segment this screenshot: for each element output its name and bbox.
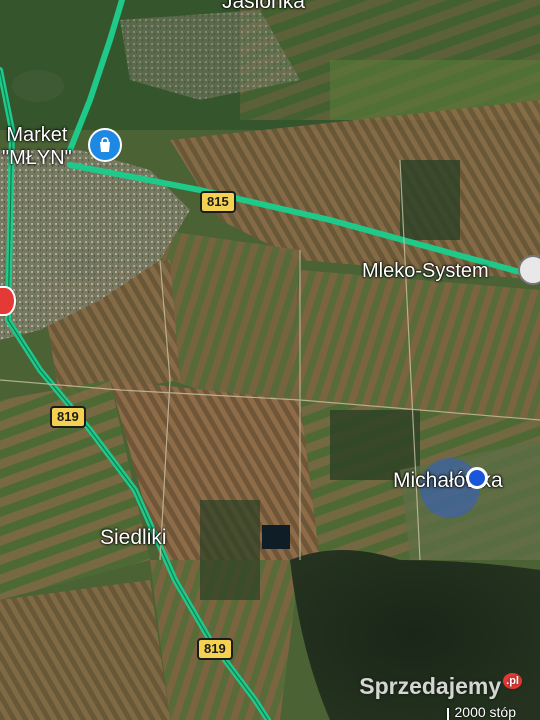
watermark-suffix: .pl <box>503 673 522 689</box>
watermark-text: Sprzedajemy <box>359 673 502 699</box>
place-label-siedliki[interactable]: Siedliki <box>100 526 167 550</box>
current-location-icon[interactable] <box>466 467 488 489</box>
poi-label-market[interactable]: Market "MŁYN" <box>2 124 72 170</box>
shopping-pin-icon[interactable] <box>88 128 122 162</box>
watermark: Sprzedajemy .pl <box>359 673 522 700</box>
scale-label: 2000 stóp <box>454 704 517 720</box>
road-shield-815: 815 <box>200 191 236 213</box>
shopping-bag-icon <box>100 137 110 152</box>
map-scale: 2000 stóp <box>446 704 517 720</box>
place-pin-icon[interactable] <box>518 255 540 285</box>
scale-bar <box>446 708 449 720</box>
poi-label-mleko-system[interactable]: Mleko-System <box>362 260 489 283</box>
place-label-top-town[interactable]: Jasionka <box>222 0 305 14</box>
road-shield-819-upper: 819 <box>50 406 86 428</box>
satellite-map[interactable] <box>0 0 540 720</box>
road-shield-819-lower: 819 <box>197 638 233 660</box>
